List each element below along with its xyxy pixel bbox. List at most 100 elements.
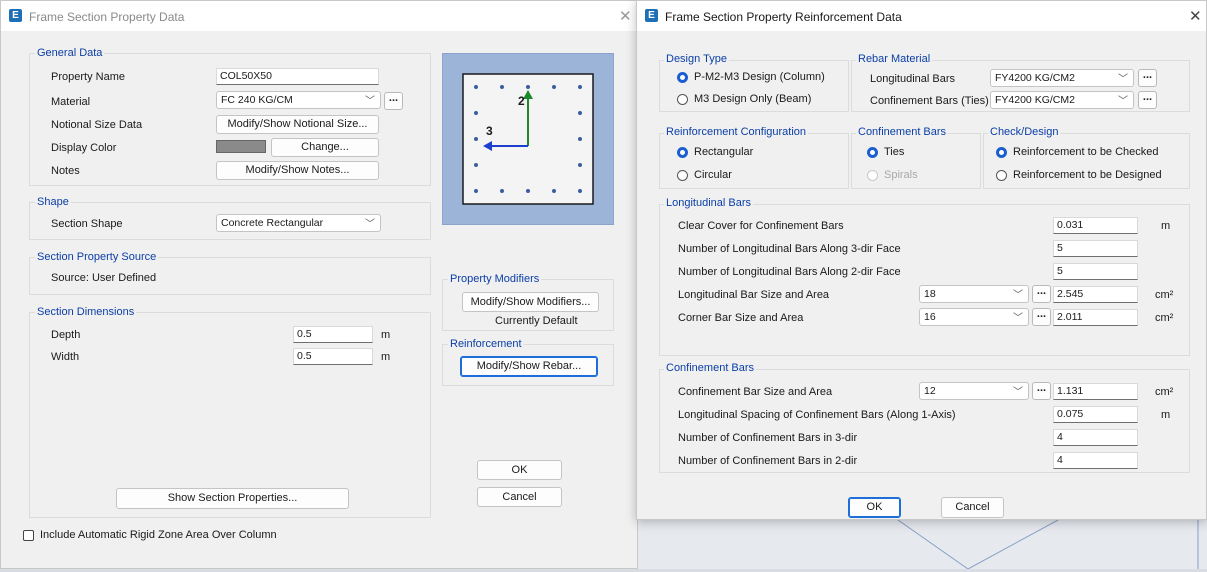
confinement-size-ellipsis-button[interactable]: ... [1032, 382, 1051, 400]
cancel-button[interactable]: Cancel [941, 497, 1004, 518]
circular-label: Circular [694, 169, 732, 181]
display-color-label: Display Color [51, 142, 117, 154]
width-input[interactable]: 0.5 [293, 348, 373, 365]
circular-radio[interactable] [677, 170, 688, 181]
clear-cover-input[interactable]: 0.031 [1053, 217, 1138, 234]
corner-bar-label: Corner Bar Size and Area [678, 312, 804, 324]
ok-button[interactable]: OK [848, 497, 901, 518]
spacing-label: Longitudinal Spacing of Confinement Bars… [678, 409, 956, 421]
rebar-dialog: E Frame Section Property Reinforcement D… [636, 0, 1207, 520]
spacing-input[interactable]: 0.075 [1053, 406, 1138, 423]
spacing-unit: m [1161, 409, 1171, 421]
axis-2-label: 2 [518, 94, 525, 108]
corner-bar-select[interactable]: 16 ﹀ [919, 308, 1029, 326]
width-label: Width [51, 351, 80, 363]
bar-area-input[interactable]: 2.545 [1053, 286, 1138, 303]
section-source-title: Section Property Source [35, 251, 159, 263]
corner-bar-value: 16 [924, 311, 936, 323]
bar-area-unit: cm² [1155, 289, 1174, 301]
bar-size-value: 18 [924, 288, 936, 300]
pm2m3-label: P-M2-M3 Design (Column) [694, 71, 825, 83]
shape-title: Shape [35, 196, 71, 208]
chevron-down-icon: ﹀ [1118, 96, 1128, 107]
confinement-2dir-input[interactable]: 4 [1053, 452, 1138, 469]
background-viewport [638, 519, 1207, 570]
cancel-button[interactable]: Cancel [477, 487, 562, 507]
ties-radio[interactable] [867, 147, 878, 158]
chevron-down-icon: ﹀ [1013, 290, 1023, 301]
window-title: Frame Section Property Reinforcement Dat… [665, 10, 902, 24]
section-shape-value: Concrete Rectangular [221, 217, 324, 229]
confinement-area-input[interactable]: 1.131 [1053, 383, 1138, 400]
modifiers-status: Currently Default [495, 315, 578, 327]
section-preview-drawing [462, 73, 594, 205]
check-design-title: Check/Design [988, 126, 1061, 138]
bars-3dir-label: Number of Longitudinal Bars Along 3-dir … [678, 243, 901, 255]
title-bar: E Frame Section Property Data ✕ [1, 1, 637, 31]
axis-3-label: 3 [486, 124, 493, 138]
longitudinal-material-select[interactable]: FY4200 KG/CM2 ﹀ [990, 69, 1134, 87]
material-label: Material [51, 96, 91, 108]
designed-radio[interactable] [996, 170, 1007, 181]
app-icon: E [9, 9, 22, 22]
rigid-zone-checkbox[interactable] [23, 530, 34, 541]
checked-radio[interactable] [996, 147, 1007, 158]
bars-2dir-input[interactable]: 5 [1053, 263, 1138, 280]
close-icon[interactable]: ✕ [1189, 7, 1202, 25]
title-bar: E Frame Section Property Reinforcement D… [637, 1, 1206, 31]
chevron-down-icon: ﹀ [1013, 313, 1023, 324]
general-data-title: General Data [35, 47, 105, 59]
confinement-material-ellipsis-button[interactable]: ... [1138, 91, 1157, 109]
chevron-down-icon: ﹀ [365, 96, 375, 107]
clear-cover-label: Clear Cover for Confinement Bars [678, 220, 844, 232]
confinement-size-select[interactable]: 12 ﹀ [919, 382, 1029, 400]
property-name-label: Property Name [51, 71, 125, 83]
display-color-swatch [216, 140, 266, 153]
change-color-button[interactable]: Change... [271, 138, 379, 157]
confinement-material-select[interactable]: FY4200 KG/CM2 ﹀ [990, 91, 1134, 109]
bars-3dir-input[interactable]: 5 [1053, 240, 1138, 257]
m3-radio[interactable] [677, 94, 688, 105]
notes-label: Notes [51, 165, 80, 177]
source-text: Source: User Defined [51, 272, 157, 284]
reinforcement-config-title: Reinforcement Configuration [664, 126, 809, 138]
confinement-3dir-input[interactable]: 4 [1053, 429, 1138, 446]
close-icon[interactable]: ✕ [619, 7, 632, 25]
corner-area-unit: cm² [1155, 312, 1174, 324]
spirals-radio[interactable] [867, 170, 878, 181]
bars-2dir-label: Number of Longitudinal Bars Along 2-dir … [678, 266, 901, 278]
bar-size-ellipsis-button[interactable]: ... [1032, 285, 1051, 303]
depth-input[interactable]: 0.5 [293, 326, 373, 343]
modify-modifiers-button[interactable]: Modify/Show Modifiers... [462, 292, 599, 312]
rebar-material-title: Rebar Material [856, 53, 933, 65]
section-shape-select[interactable]: Concrete Rectangular ﹀ [216, 214, 381, 232]
ok-button[interactable]: OK [477, 460, 562, 480]
show-section-properties-button[interactable]: Show Section Properties... [116, 488, 349, 509]
material-value: FC 240 KG/CM [221, 94, 293, 106]
material-ellipsis-button[interactable]: ... [384, 92, 403, 110]
notes-button[interactable]: Modify/Show Notes... [216, 161, 379, 180]
bar-size-select[interactable]: 18 ﹀ [919, 285, 1029, 303]
section-preview: 2 3 [442, 53, 614, 225]
material-select[interactable]: FC 240 KG/CM ﹀ [216, 91, 381, 109]
corner-area-input[interactable]: 2.011 [1053, 309, 1138, 326]
rectangular-radio[interactable] [677, 147, 688, 158]
property-modifiers-title: Property Modifiers [448, 273, 542, 285]
width-unit: m [381, 351, 391, 363]
confinement-material-label: Confinement Bars (Ties) [870, 95, 989, 107]
window-title: Frame Section Property Data [29, 10, 185, 24]
app-icon: E [645, 9, 658, 22]
property-name-input[interactable]: COL50X50 [216, 68, 379, 85]
reinforcement-title: Reinforcement [448, 338, 524, 350]
notional-size-label: Notional Size Data [51, 119, 143, 131]
ties-label: Ties [884, 146, 905, 158]
modify-rebar-button[interactable]: Modify/Show Rebar... [460, 356, 598, 377]
background-lines [897, 519, 1199, 570]
notional-size-button[interactable]: Modify/Show Notional Size... [216, 115, 379, 134]
confinement-type-title: Confinement Bars [856, 126, 949, 138]
confinement-material-value: FY4200 KG/CM2 [995, 94, 1075, 106]
pm2m3-radio[interactable] [677, 72, 688, 83]
frame-section-dialog: E Frame Section Property Data ✕ General … [0, 0, 638, 569]
longitudinal-material-ellipsis-button[interactable]: ... [1138, 69, 1157, 87]
corner-bar-ellipsis-button[interactable]: ... [1032, 308, 1051, 326]
